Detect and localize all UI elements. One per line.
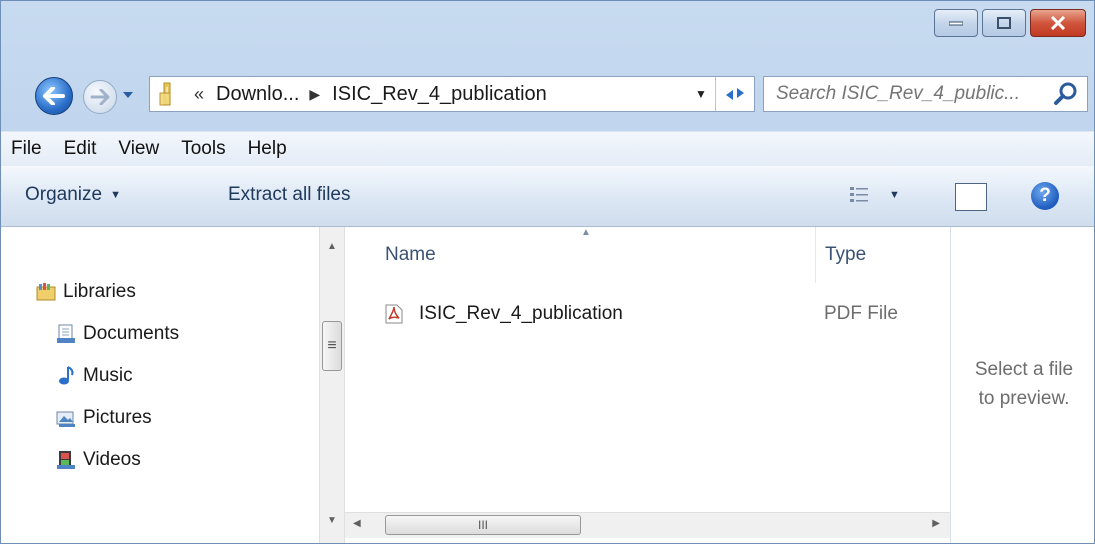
back-arrow-icon [43,87,65,105]
refresh-icon [726,88,744,100]
breadcrumb-downloads[interactable]: Downlo... [216,83,299,106]
sidebar-item-label: Music [83,365,133,386]
change-view-button[interactable]: ▼ [849,185,900,205]
scroll-right-arrow-icon[interactable]: ▶ [932,518,940,529]
file-list-horizontal-scrollbar[interactable]: ◀ III ▶ [345,512,950,538]
caption-buttons [930,9,1086,37]
sidebar-item-label: Pictures [83,407,152,428]
scroll-up-arrow-icon[interactable]: ▲ [327,241,337,252]
sidebar-item-label: Libraries [63,281,136,302]
menu-edit[interactable]: Edit [53,134,108,164]
menu-bar: File Edit View Tools Help [1,131,1094,167]
recent-pages-button[interactable] [121,87,135,103]
menu-view[interactable]: View [107,134,170,164]
scroll-thumb[interactable]: ≡ [322,321,342,371]
back-button[interactable] [35,77,73,115]
command-bar: Organize ▼ Extract all files ▼ ? [1,166,1094,227]
folder-icon [159,82,171,106]
organize-label: Organize [25,184,103,205]
preview-pane-button[interactable] [955,183,987,211]
forward-arrow-icon [90,89,110,105]
refresh-button[interactable] [715,77,754,111]
pdf-icon [385,304,403,324]
sidebar-item-music[interactable]: Music [55,365,133,387]
menu-help[interactable]: Help [237,134,298,164]
sidebar-item-label: Videos [83,449,141,470]
forward-button[interactable] [83,80,117,114]
search-input[interactable] [774,82,1053,106]
navigation-pane: Libraries Documents Music Pictures Video… [1,227,319,543]
sidebar-item-documents[interactable]: Documents [55,323,179,345]
search-box[interactable] [763,76,1088,112]
scroll-down-arrow-icon[interactable]: ▼ [327,515,337,526]
breadcrumb-separator-icon[interactable]: ▶ [309,86,320,103]
breadcrumb-current-folder[interactable]: ISIC_Rev_4_publication [332,83,547,106]
close-button[interactable] [1030,9,1086,37]
close-icon [1050,16,1066,30]
sidebar-item-videos[interactable]: Videos [55,449,141,471]
sidebar-item-pictures[interactable]: Pictures [55,407,152,429]
preview-pane: Select a file to preview. [950,227,1094,543]
scroll-thumb[interactable]: III [385,515,581,535]
file-list-pane: ▲ Name Type ISIC_Rev_4_publication PDF F… [345,227,950,543]
maximize-icon [997,17,1011,29]
menu-tools[interactable]: Tools [170,134,236,164]
preview-message: Select a file to preview. [959,355,1089,413]
help-icon: ? [1039,185,1051,206]
sidebar-item-libraries[interactable]: Libraries [35,281,136,303]
column-header-type[interactable]: Type [815,227,950,283]
details-view-icon [850,187,868,202]
navigation-row: « Downlo... ▶ ISIC_Rev_4_publication ▼ [1,73,1094,115]
column-header-name[interactable]: Name [385,227,815,283]
preview-message-line1: Select a file [974,359,1074,380]
explorer-window: « Downlo... ▶ ISIC_Rev_4_publication ▼ F [0,0,1095,544]
preview-message-line2: to preview. [978,388,1070,409]
libraries-icon [36,283,56,301]
search-icon [1054,82,1077,105]
chevron-down-icon: ▼ [889,189,900,201]
chevron-down-icon: ▼ [110,189,121,201]
videos-icon [57,451,75,469]
menu-file[interactable]: File [1,134,53,164]
address-overflow-chevron[interactable]: « [194,84,204,105]
address-bar[interactable]: « Downlo... ▶ ISIC_Rev_4_publication ▼ [149,76,755,112]
scroll-left-arrow-icon[interactable]: ◀ [353,518,361,529]
sidebar-item-label: Documents [83,323,180,344]
minimize-button[interactable] [934,9,978,37]
file-type: PDF File [824,303,898,324]
maximize-button[interactable] [982,9,1026,37]
music-icon [59,366,74,385]
file-name: ISIC_Rev_4_publication [419,303,623,324]
chevron-down-icon: ▼ [695,87,707,101]
address-history-dropdown[interactable]: ▼ [688,77,714,111]
minimize-icon [949,21,963,26]
chevron-down-icon [123,92,133,98]
organize-button[interactable]: Organize ▼ [25,184,121,206]
help-button[interactable]: ? [1031,182,1059,210]
documents-icon [57,324,75,343]
content-area: Libraries Documents Music Pictures Video… [1,227,1094,543]
pictures-icon [56,411,75,427]
extract-all-button[interactable]: Extract all files [228,184,350,206]
navigation-pane-scrollbar[interactable]: ▲ ≡ ▼ [319,227,345,543]
file-row[interactable]: ISIC_Rev_4_publication PDF File [385,299,945,329]
